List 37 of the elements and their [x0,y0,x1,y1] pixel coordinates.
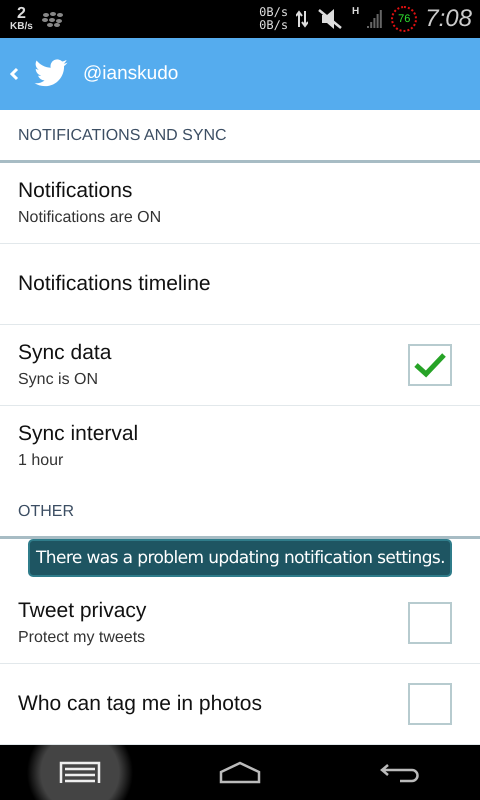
battery-level: 76 [391,6,418,32]
settings-row[interactable]: Notifications timeline [0,244,480,325]
checkmark-icon [413,352,447,378]
checkbox[interactable] [408,344,452,386]
setting-title: Sync data [18,341,112,365]
download-rate: 0B/s [259,19,288,32]
settings-row[interactable]: Sync interval 1 hour [0,406,480,486]
speed-value: 2 [16,6,26,22]
clock-time: 7:08 [425,5,472,33]
checkbox[interactable] [408,602,452,644]
messenger-icon [40,11,65,27]
setting-title: Notifications [18,179,134,203]
setting-summary: 1 hour [18,452,64,470]
settings-row[interactable]: Sync data Sync is ON [0,325,480,406]
settings-row[interactable]: Notifications Notifications are ON [0,163,480,244]
setting-title: Tweet privacy [18,599,148,623]
recent-apps-icon [59,760,101,784]
network-type: H [352,6,360,17]
setting-summary: Sync is ON [18,371,100,389]
setting-title: Who can tag me in photos [18,692,263,716]
muted-speaker-icon [316,8,344,30]
setting-title: Notifications timeline [18,272,212,296]
upload-rate: 0B/s [259,6,288,19]
setting-title: Sync interval [18,422,140,446]
back-icon[interactable] [10,67,19,81]
signal-icon [367,10,384,28]
account-handle: @ianskudo [83,63,178,85]
error-toast: There was a problem updating notification settings. [28,539,452,577]
data-arrows-icon [296,10,308,28]
section-header: NOTIFICATIONS AND SYNC [0,112,480,163]
setting-summary: Notifications are ON [18,209,162,227]
speed-unit: KB/s [10,22,33,32]
settings-row[interactable]: Tweet privacy Protect my tweets [0,583,480,664]
setting-summary: Protect my tweets [18,629,146,647]
home-icon [219,760,261,784]
checkbox[interactable] [408,683,452,725]
bird-icon [33,59,69,89]
